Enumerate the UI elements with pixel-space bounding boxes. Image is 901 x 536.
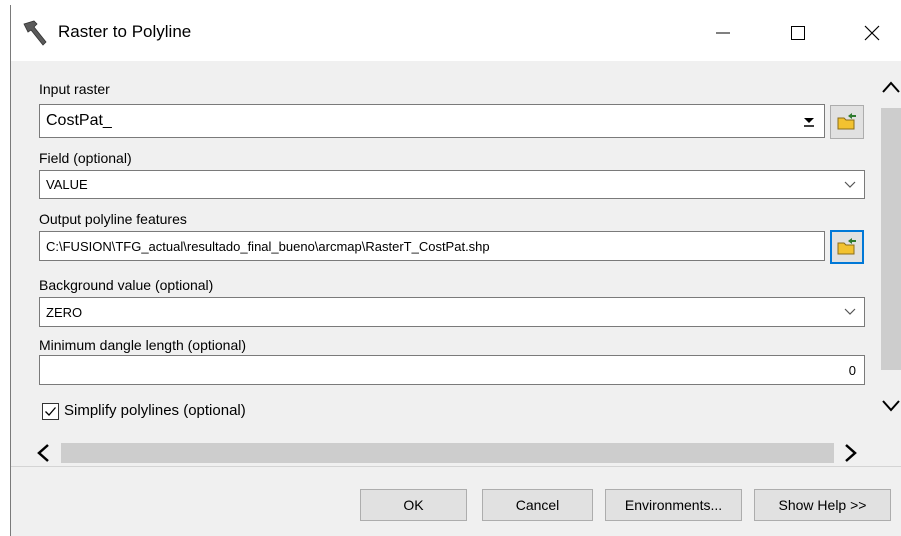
close-button[interactable] xyxy=(842,5,901,61)
background-label: Background value (optional) xyxy=(39,277,214,293)
title-bar[interactable]: Raster to Polyline xyxy=(11,5,901,61)
vertical-scroll-thumb[interactable] xyxy=(881,108,901,370)
ok-button[interactable]: OK xyxy=(360,489,467,521)
window-title: Raster to Polyline xyxy=(58,22,192,41)
field-select[interactable]: VALUE xyxy=(39,170,865,199)
hammer-icon xyxy=(23,20,47,46)
chevron-left-icon xyxy=(37,444,49,462)
chevron-right-icon xyxy=(845,444,857,462)
output-label: Output polyline features xyxy=(39,211,187,227)
input-raster-combo[interactable]: CostPat_ xyxy=(39,104,825,138)
field-label: Field (optional) xyxy=(39,150,132,166)
input-raster-value: CostPat_ xyxy=(46,112,112,129)
checkmark-icon xyxy=(45,407,56,416)
minimize-icon xyxy=(716,32,730,34)
maximize-icon xyxy=(791,26,805,40)
footer-divider xyxy=(11,466,901,467)
scroll-up-button[interactable] xyxy=(881,80,901,99)
scroll-left-button[interactable] xyxy=(35,443,51,468)
output-browse-button[interactable] xyxy=(830,230,864,264)
field-value: VALUE xyxy=(46,177,88,192)
open-folder-icon xyxy=(837,238,856,255)
background-select[interactable]: ZERO xyxy=(39,297,865,327)
dangle-value: 0 xyxy=(848,362,856,378)
background-dropdown-arrow[interactable] xyxy=(844,298,856,326)
minimize-button[interactable] xyxy=(693,5,753,61)
scroll-right-button[interactable] xyxy=(843,443,859,468)
show-help-button[interactable]: Show Help >> xyxy=(754,489,891,521)
horizontal-scroll-thumb[interactable] xyxy=(61,443,834,463)
dialog-window: Raster to Polyline Input raster CostPat_… xyxy=(10,5,901,536)
cancel-button[interactable]: Cancel xyxy=(482,489,593,521)
scroll-down-button[interactable] xyxy=(881,399,901,418)
input-raster-browse-button[interactable] xyxy=(830,105,864,139)
open-folder-icon xyxy=(837,113,856,130)
dropdown-arrow-icon xyxy=(804,118,814,127)
input-raster-dropdown-arrow[interactable] xyxy=(802,105,816,137)
dangle-input[interactable]: 0 xyxy=(39,355,865,385)
environments-button[interactable]: Environments... xyxy=(605,489,742,521)
background-value: ZERO xyxy=(46,304,83,320)
close-icon xyxy=(864,25,880,41)
output-path-value: C:\FUSION\TFG_actual\resultado_final_bue… xyxy=(46,238,490,254)
chevron-down-icon xyxy=(882,400,900,412)
output-path-input[interactable]: C:\FUSION\TFG_actual\resultado_final_bue… xyxy=(39,231,825,261)
simplify-label: Simplify polylines (optional) xyxy=(64,402,246,419)
field-dropdown-arrow[interactable] xyxy=(844,171,856,198)
input-raster-label: Input raster xyxy=(39,81,110,97)
simplify-checkbox[interactable] xyxy=(42,403,59,420)
chevron-down-icon xyxy=(844,308,856,315)
maximize-button[interactable] xyxy=(768,5,828,61)
dangle-label: Minimum dangle length (optional) xyxy=(39,337,246,353)
chevron-down-icon xyxy=(844,181,856,188)
chevron-up-icon xyxy=(882,81,900,93)
